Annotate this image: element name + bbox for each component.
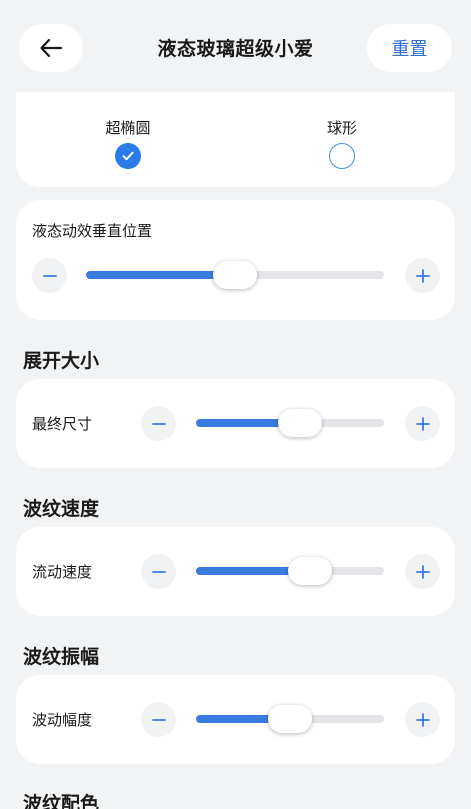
- flow-speed-slider[interactable]: [196, 557, 384, 585]
- flow-speed-card: 流动速度: [16, 527, 455, 616]
- wave-amplitude-increase-button[interactable]: [405, 702, 440, 737]
- final-size-slider[interactable]: [196, 409, 384, 437]
- final-size-label: 最终尺寸: [32, 415, 93, 433]
- section-title-ripple-speed: 波纹速度: [23, 498, 100, 520]
- final-size-increase-button[interactable]: [405, 406, 440, 441]
- minus-icon: [151, 718, 166, 721]
- reset-button[interactable]: 重置: [367, 24, 452, 72]
- section-title-ripple-amplitude: 波纹振幅: [23, 646, 100, 668]
- flow-speed-decrease-button[interactable]: [141, 554, 176, 589]
- minus-icon: [151, 570, 166, 573]
- final-size-decrease-button[interactable]: [141, 406, 176, 441]
- option-superellipse-label: 超椭圆: [105, 119, 151, 137]
- vertical-position-label: 液态动效垂直位置: [32, 222, 153, 240]
- flow-speed-increase-button[interactable]: [405, 554, 440, 589]
- header: 液态玻璃超级小爱 重置: [0, 0, 471, 92]
- vertical-position-increase-button[interactable]: [405, 258, 440, 293]
- checkmark-icon: [122, 151, 134, 161]
- section-title-expand-size: 展开大小: [23, 350, 100, 372]
- section-title-ripple-color: 波纹配色: [23, 793, 100, 809]
- plus-icon: [415, 416, 430, 431]
- minus-icon: [151, 422, 166, 425]
- wave-amplitude-decrease-button[interactable]: [141, 702, 176, 737]
- vertical-position-card: 液态动效垂直位置: [16, 200, 455, 320]
- final-size-slider-thumb[interactable]: [278, 409, 322, 437]
- vertical-position-slider-thumb[interactable]: [213, 261, 257, 289]
- option-superellipse-radio[interactable]: [115, 143, 141, 169]
- flow-speed-label: 流动速度: [32, 563, 93, 581]
- plus-icon: [415, 268, 430, 283]
- option-sphere-label: 球形: [326, 119, 357, 137]
- flow-speed-slider-thumb[interactable]: [288, 557, 332, 585]
- wave-amplitude-card: 波动幅度: [16, 675, 455, 764]
- wave-amplitude-slider-thumb[interactable]: [268, 705, 312, 733]
- vertical-position-slider[interactable]: [86, 261, 384, 289]
- plus-icon: [415, 712, 430, 727]
- wave-amplitude-slider[interactable]: [196, 705, 384, 733]
- wave-amplitude-label: 波动幅度: [32, 711, 93, 729]
- plus-icon: [415, 564, 430, 579]
- minus-icon: [42, 274, 57, 277]
- final-size-card: 最终尺寸: [16, 379, 455, 468]
- vertical-position-decrease-button[interactable]: [32, 258, 67, 293]
- option-sphere-radio[interactable]: [329, 143, 355, 169]
